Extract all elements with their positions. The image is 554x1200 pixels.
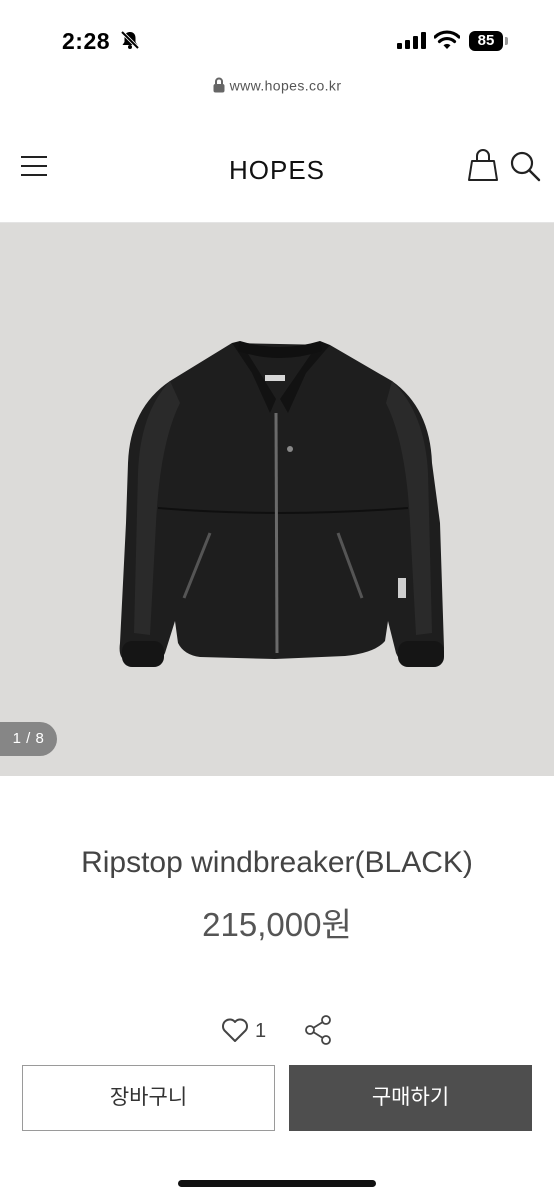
wifi-icon [434, 30, 460, 49]
heart-icon[interactable] [221, 1017, 249, 1043]
browser-url-bar[interactable]: www.hopes.co.kr [0, 76, 554, 106]
image-counter: 1 / 8 [0, 722, 57, 756]
search-icon[interactable] [509, 150, 541, 182]
status-time: 2:28 [62, 28, 111, 54]
like-count: 1 [255, 1020, 267, 1042]
purchase-bar: 장바구니 구매하기 [0, 1050, 554, 1200]
product-price: 215,000원 [202, 906, 352, 943]
battery-icon: 85 [469, 31, 503, 51]
product-image-gallery[interactable] [0, 223, 554, 776]
product-image [119, 341, 444, 667]
add-to-cart-button[interactable]: 장바구니 [22, 1065, 275, 1131]
home-indicator[interactable] [178, 1180, 376, 1187]
product-actions: 1 [0, 1010, 554, 1050]
signal-icon [397, 32, 426, 49]
bell-slash-icon [120, 30, 140, 50]
site-header: HOPES [0, 110, 554, 223]
battery-tip [505, 37, 508, 45]
product-name: Ripstop windbreaker(BLACK) [81, 846, 473, 879]
status-bar: 2:28 85 [0, 0, 554, 80]
lock-icon [213, 77, 225, 93]
url-text: www.hopes.co.kr [229, 77, 342, 94]
buy-now-button[interactable]: 구매하기 [289, 1065, 532, 1131]
shopping-bag-icon[interactable] [467, 148, 499, 182]
share-icon[interactable] [302, 1014, 334, 1046]
